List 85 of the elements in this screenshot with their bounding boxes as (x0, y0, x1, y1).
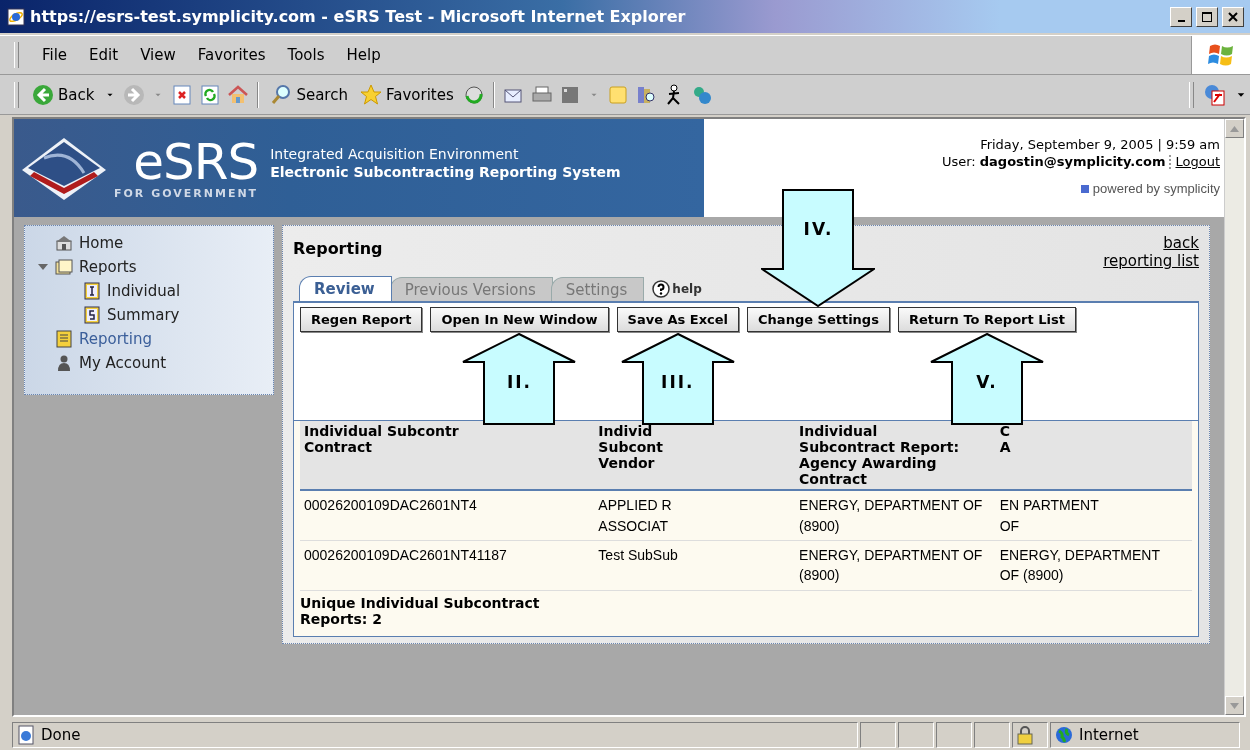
callout-label: II. (506, 372, 532, 392)
table-cell: EN PARTMENT OF (995, 490, 1192, 541)
folder-icon (55, 258, 73, 276)
column-header: Individual Subcontract Report: Agency Awarding Contract (795, 421, 996, 491)
search-button[interactable]: Search (267, 81, 351, 108)
refresh-icon[interactable] (199, 83, 222, 106)
callout-label: III. (661, 372, 695, 392)
table-cell: ENERGY, DEPARTMENT OF (8900) (795, 490, 996, 541)
table-cell: ENERGY, DEPARTMENT OF (8900) (995, 540, 1192, 591)
panel-title: Reporting (293, 239, 383, 258)
date-time: Friday, September 9, 2005 | 9:59 am (980, 137, 1220, 152)
padlock-icon (1017, 725, 1033, 745)
status-text: Done (41, 726, 81, 744)
action-button[interactable]: Save As Excel (616, 307, 740, 332)
sidebar-item[interactable]: Home (25, 234, 273, 252)
help-link[interactable]: help (652, 280, 702, 298)
globe-icon (1055, 726, 1073, 744)
page-icon (17, 725, 35, 745)
logout-link[interactable]: Logout (1175, 154, 1220, 169)
menu-item[interactable]: View (129, 42, 187, 68)
status-panel (860, 722, 896, 748)
table-cell: 00026200109DAC2601NT4 (300, 490, 595, 541)
column-header: Individual Subcontr Contract (300, 421, 595, 491)
menu-item[interactable]: Edit (78, 42, 130, 68)
scroll-down-arrow-icon[interactable] (1230, 702, 1239, 709)
close-button[interactable] (1222, 6, 1244, 27)
browser-icon (6, 6, 26, 27)
menu-item[interactable]: Favorites (186, 42, 277, 68)
star-icon (359, 83, 382, 106)
minimize-button[interactable] (1170, 6, 1192, 27)
document-icon (55, 330, 73, 348)
search-icon (270, 83, 293, 106)
maximize-icon (1201, 10, 1213, 23)
window-title: https://esrs-test.symplicity.com - eSRS Test - Microsoft Internet Explorer (30, 7, 686, 26)
person-icon (55, 354, 73, 372)
menu-item[interactable]: Help (335, 42, 392, 68)
logo-wordmark: eSRS (133, 136, 259, 187)
table-cell: APPLIED R ASSOCIAT (594, 490, 796, 541)
house-icon (55, 234, 73, 252)
minimize-icon (1177, 19, 1185, 22)
sidebar-item[interactable]: My Account (25, 354, 273, 372)
action-button[interactable]: Regen Report (300, 307, 423, 332)
tab[interactable]: Review (299, 276, 392, 301)
table-cell: 00026200109DAC2601NT41187 (300, 540, 595, 591)
status-panel (936, 722, 972, 748)
back-button[interactable]: Back (29, 81, 98, 108)
logo-subtitle: FOR GOVERNMENT (114, 186, 259, 200)
menu-item[interactable]: Tools (276, 42, 336, 68)
letter-s-document-icon (83, 306, 101, 324)
summary-count: Unique Individual Subcontract Reports: 2 (300, 593, 541, 629)
text-link[interactable]: reporting list (1103, 252, 1199, 270)
table-cell: Test SubSub (594, 540, 796, 591)
user-label: User: (941, 154, 976, 169)
zone-text: Internet (1079, 726, 1139, 744)
sidebar-item[interactable]: Summary (25, 306, 273, 324)
action-button[interactable]: Return To Report List (897, 307, 1076, 332)
user-email: dagostin@symplicity.com (979, 154, 1166, 169)
letter-i-document-icon (83, 282, 101, 300)
pdf-icon[interactable] (1204, 83, 1226, 106)
action-button[interactable]: Open In New Window (430, 307, 609, 332)
menu-item[interactable]: File (31, 42, 79, 68)
favorites-button[interactable]: Favorites (356, 81, 457, 108)
question-mark-icon (652, 280, 671, 298)
action-button[interactable]: Change Settings (747, 307, 890, 332)
table-cell: ENERGY, DEPARTMENT OF (8900) (795, 540, 996, 591)
sidebar-item[interactable]: Individual (25, 282, 273, 300)
callout-label: IV. (803, 219, 834, 239)
column-header: Individ Subcont Vendor (594, 421, 796, 491)
banner-subtitle: Integrated Acquisition Environment (270, 146, 520, 162)
sidebar-item[interactable]: Reports (25, 258, 273, 276)
media-icon[interactable] (462, 83, 485, 106)
banner-title: Electronic Subcontracting Reporting System (270, 164, 621, 180)
scroll-up-arrow-icon[interactable] (1230, 125, 1239, 132)
maximize-button[interactable] (1196, 6, 1218, 27)
text-link[interactable]: back (1163, 234, 1199, 252)
callout-label: V. (976, 372, 998, 392)
status-panel (898, 722, 934, 748)
column-header: C A (995, 421, 1192, 491)
bullet-icon (1080, 184, 1089, 193)
stop-icon[interactable] (171, 83, 194, 106)
sidebar-item[interactable]: Reporting (25, 330, 273, 348)
status-panel (974, 722, 1010, 748)
powered-by-text: powered by symplicity (1092, 181, 1220, 196)
close-icon (1227, 10, 1239, 23)
house-icon[interactable] (227, 83, 250, 106)
